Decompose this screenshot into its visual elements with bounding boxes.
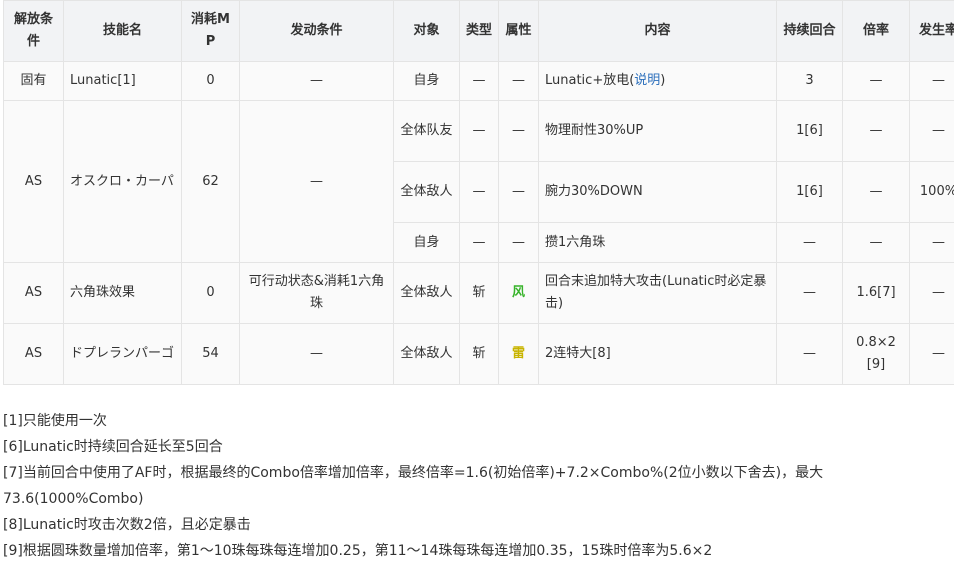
footnote: [7]当前回合中使用了AF时，根据最终的Combo倍率增加倍率，最终倍率=1.6… — [3, 465, 824, 507]
cell-target: 全体敌人 — [393, 161, 460, 223]
cell-rate: — — [909, 100, 954, 162]
col-header-attr: 属性 — [498, 0, 539, 62]
table-row: AS オスクロ・カーパ 62 — 全体队友 — — 物理耐性30%UP 1[6]… — [3, 100, 954, 263]
cell-content: 回合末追加特大攻击(Lunatic时必定暴击) — [538, 262, 777, 324]
table-row: 固有 Lunatic[1] 0 — 自身 — — Lunatic+放电(说明) … — [3, 61, 954, 101]
col-header-multiplier: 倍率 — [842, 0, 910, 62]
cell-cond: AS — [3, 262, 64, 324]
cell-rate: — — [909, 323, 954, 385]
cell-skill-name: ドプレランパーゴ — [63, 323, 182, 385]
cell-cond: AS — [3, 100, 64, 263]
cell-rate: — — [909, 222, 954, 263]
table-header-row: 解放条件 技能名 消耗MP 发动条件 对象 类型 属性 内容 持续回合 倍率 发… — [3, 0, 954, 62]
cell-rate: — — [909, 262, 954, 324]
cell-attr: — — [498, 222, 539, 263]
col-header-cond: 解放条件 — [3, 0, 64, 62]
cell-attr: — — [498, 161, 539, 223]
cell-skill-name: オスクロ・カーパ — [63, 100, 182, 263]
cell-mp: 0 — [181, 61, 240, 101]
cell-duration: — — [776, 262, 843, 324]
cell-attr: — — [498, 100, 539, 162]
cell-trigger: — — [239, 61, 394, 101]
cell-trigger: — — [239, 100, 394, 263]
cell-attr-thunder: 雷 — [498, 323, 539, 385]
cell-cond: 固有 — [3, 61, 64, 101]
cell-attr: — — [498, 61, 539, 101]
cell-type: 斩 — [459, 262, 499, 324]
cell-duration: — — [776, 222, 843, 263]
cell-type: — — [459, 161, 499, 223]
col-header-name: 技能名 — [63, 0, 182, 62]
cell-trigger: — — [239, 323, 394, 385]
cell-type: — — [459, 222, 499, 263]
cell-content: 攒1六角珠 — [538, 222, 777, 263]
footnote: [1]只能使用一次 — [3, 413, 107, 429]
cell-type: 斩 — [459, 323, 499, 385]
cell-duration: 3 — [776, 61, 843, 101]
cell-cond: AS — [3, 323, 64, 385]
table-row: AS ドプレランパーゴ 54 — 全体敌人 斩 雷 2连特大[8] — 0.8×… — [3, 323, 954, 385]
cell-target: 自身 — [393, 222, 460, 263]
cell-target: 全体队友 — [393, 100, 460, 162]
cell-content: 物理耐性30%UP — [538, 100, 777, 162]
cell-duration: 1[6] — [776, 161, 843, 223]
cell-content: 腕力30%DOWN — [538, 161, 777, 223]
content-tail: ) — [660, 73, 666, 88]
cell-content: 2连特大[8] — [538, 323, 777, 385]
footnote: [9]根据圆珠数量增加倍率，第1～10珠每珠每连增加0.25，第11～14珠每珠… — [3, 543, 713, 559]
cell-target: 全体敌人 — [393, 262, 460, 324]
col-header-type: 类型 — [459, 0, 499, 62]
cell-skill-name: 六角珠效果 — [63, 262, 182, 324]
cell-duration: 1[6] — [776, 100, 843, 162]
cell-mp: 62 — [181, 100, 240, 263]
col-header-trigger: 发动条件 — [239, 0, 394, 62]
cell-multiplier: — — [842, 61, 910, 101]
cell-target: 自身 — [393, 61, 460, 101]
col-header-duration: 持续回合 — [776, 0, 843, 62]
col-header-rate: 发生率 — [909, 0, 954, 62]
cell-duration: — — [776, 323, 843, 385]
cell-trigger: 可行动状态&消耗1六角珠 — [239, 262, 394, 324]
footnote: [6]Lunatic时持续回合延长至5回合 — [3, 439, 223, 455]
cell-multiplier: — — [842, 161, 910, 223]
cell-mp: 0 — [181, 262, 240, 324]
cell-rate: 100% — [909, 161, 954, 223]
cell-attr-wind: 风 — [498, 262, 539, 324]
col-header-content: 内容 — [538, 0, 777, 62]
col-header-target: 对象 — [393, 0, 460, 62]
cell-target: 全体敌人 — [393, 323, 460, 385]
cell-multiplier: 0.8×2[9] — [842, 323, 910, 385]
cell-skill-name: Lunatic[1] — [63, 61, 182, 101]
cell-type: — — [459, 100, 499, 162]
cell-rate: — — [909, 61, 954, 101]
content-text: Lunatic+放电( — [545, 73, 635, 88]
skill-table: 解放条件 技能名 消耗MP 发动条件 对象 类型 属性 内容 持续回合 倍率 发… — [3, 0, 954, 385]
cell-multiplier: — — [842, 222, 910, 263]
table-row: AS 六角珠效果 0 可行动状态&消耗1六角珠 全体敌人 斩 风 回合末追加特大… — [3, 262, 954, 324]
cell-multiplier: — — [842, 100, 910, 162]
footnotes: [1]只能使用一次 [6]Lunatic时持续回合延长至5回合 [7]当前回合中… — [3, 408, 954, 564]
col-header-mp: 消耗MP — [181, 0, 240, 62]
cell-content: Lunatic+放电(说明) — [538, 61, 777, 101]
cell-type: — — [459, 61, 499, 101]
explanation-link[interactable]: 说明 — [634, 73, 660, 88]
skill-table-container: 解放条件 技能名 消耗MP 发动条件 对象 类型 属性 内容 持续回合 倍率 发… — [3, 0, 954, 385]
cell-multiplier: 1.6[7] — [842, 262, 910, 324]
footnote: [8]Lunatic时攻击次数2倍，且必定暴击 — [3, 517, 251, 533]
cell-mp: 54 — [181, 323, 240, 385]
